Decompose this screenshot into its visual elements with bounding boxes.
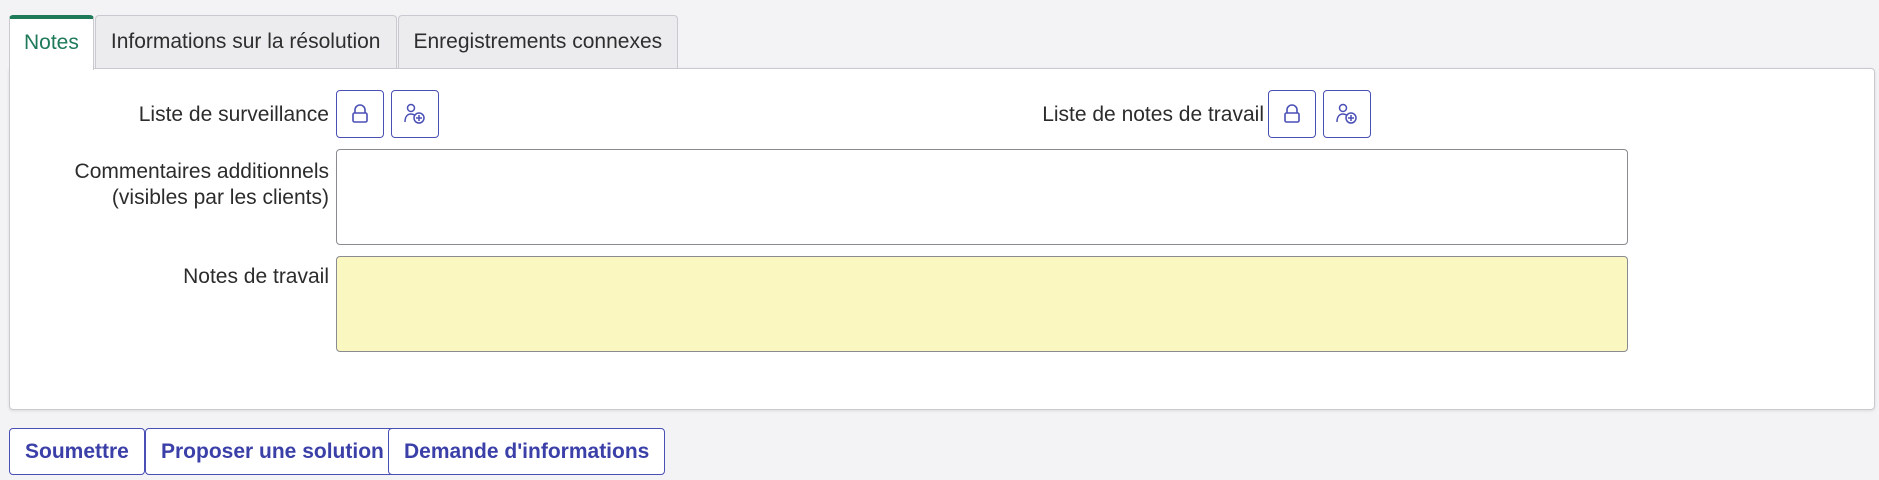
- additional-comments-label-line1: Commentaires additionnels: [74, 160, 329, 183]
- submit-button[interactable]: Soumettre: [9, 428, 145, 475]
- lock-icon: [1284, 104, 1300, 123]
- additional-comments-field[interactable]: [336, 149, 1628, 245]
- request-information-button[interactable]: Demande d'informations: [388, 428, 666, 475]
- tab-related-records[interactable]: Enregistrements connexes: [397, 15, 679, 68]
- tab-resolution-information[interactable]: Informations sur la résolution: [94, 15, 397, 68]
- work-notes-field[interactable]: [336, 256, 1628, 352]
- work-notes-label: Notes de travail: [183, 265, 329, 288]
- tab-bar: Notes Informations sur la résolution Enr…: [9, 15, 679, 70]
- work-notes-list-lock-button[interactable]: [1268, 90, 1316, 138]
- propose-solution-button[interactable]: Proposer une solution: [145, 428, 400, 475]
- lock-icon: [352, 104, 368, 123]
- add-user-icon: [1336, 103, 1357, 124]
- notes-panel: Liste de surveillance Liste de notes de …: [9, 68, 1875, 410]
- watch-list-lock-button[interactable]: [336, 90, 384, 138]
- work-notes-list-add-user-button[interactable]: [1323, 90, 1371, 138]
- additional-comments-label-line2: (visibles par les clients): [111, 186, 329, 209]
- add-user-icon: [404, 103, 425, 124]
- tab-notes[interactable]: Notes: [9, 15, 94, 70]
- additional-comments-label: Commentaires additionnels (visibles par …: [75, 159, 329, 211]
- watch-list-label: Liste de surveillance: [138, 103, 329, 126]
- watch-list-add-user-button[interactable]: [391, 90, 439, 138]
- work-notes-list-label: Liste de notes de travail: [1042, 103, 1264, 126]
